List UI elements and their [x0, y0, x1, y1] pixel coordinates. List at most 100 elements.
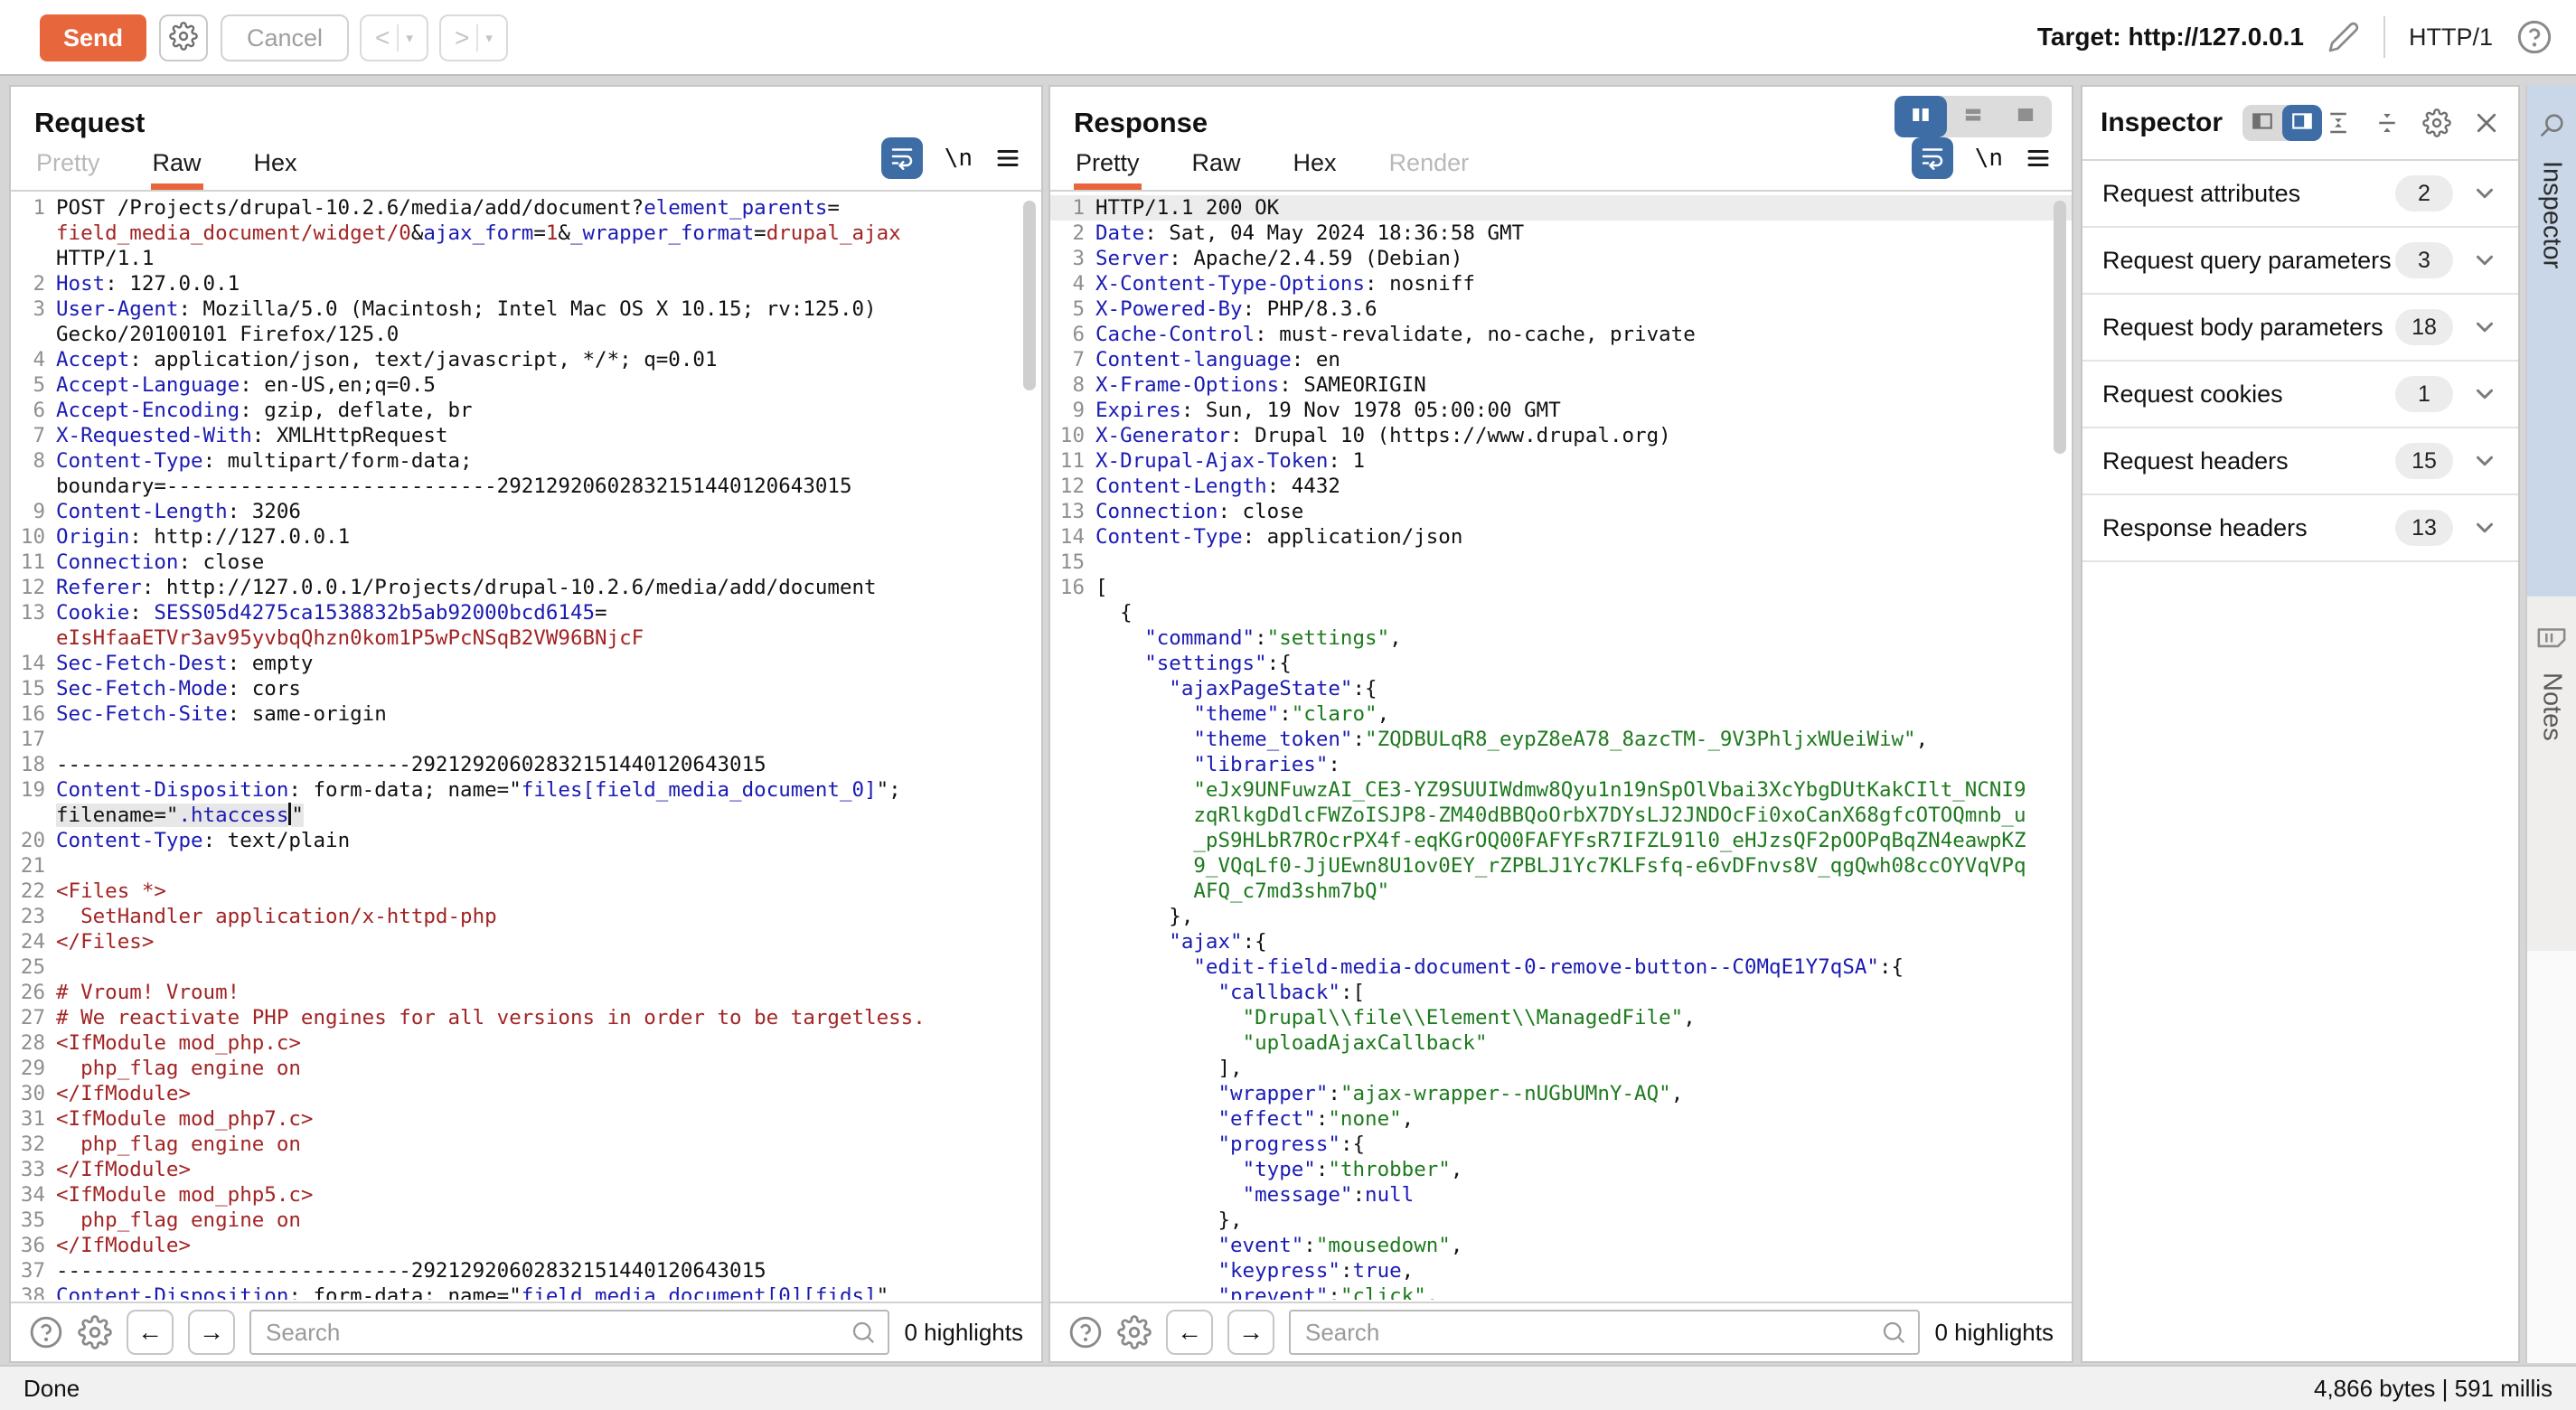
code-line: 4X-Content-Type-Options: nosniff: [1050, 271, 2072, 296]
code-line: 3Server: Apache/2.4.59 (Debian): [1050, 246, 2072, 271]
chevron-down-icon: [2471, 447, 2498, 475]
section-label: Response headers: [2102, 514, 2395, 542]
response-highlights-count: 0 highlights: [1934, 1319, 2054, 1347]
response-tab-render[interactable]: Render: [1387, 149, 1471, 190]
send-button[interactable]: Send: [40, 14, 146, 61]
editor-menu-icon[interactable]: [2025, 145, 2052, 172]
dock-left-button[interactable]: [2242, 105, 2282, 141]
editor-menu-icon[interactable]: [994, 145, 1021, 172]
line-number: [1050, 752, 1095, 777]
line-number: 12: [11, 575, 56, 600]
code-line: "uploadAjaxCallback": [1050, 1030, 2072, 1056]
code-line: 25: [11, 954, 1041, 980]
search-settings-button[interactable]: [1117, 1315, 1152, 1349]
help-icon[interactable]: [2516, 19, 2552, 55]
request-tab-pretty[interactable]: Pretty: [34, 149, 102, 190]
next-request-button[interactable]: >▾: [439, 14, 508, 61]
response-tab-hex[interactable]: Hex: [1292, 149, 1339, 190]
code-line: "Drupal\\file\\Element\\ManagedFile",: [1050, 1005, 2072, 1030]
sidebar-tab-notes[interactable]: Notes: [2527, 597, 2576, 951]
response-search-input[interactable]: [1289, 1310, 1920, 1355]
line-number: 16: [1050, 575, 1095, 600]
line-number: [1050, 980, 1095, 1005]
sidebar-tab-label: Notes: [2537, 672, 2567, 741]
code-line: 14Sec-Fetch-Dest: empty: [11, 651, 1041, 676]
line-number: 1: [11, 195, 56, 221]
search-prev-button[interactable]: ←: [1166, 1310, 1213, 1355]
layout-columns-button[interactable]: [1894, 96, 1947, 137]
inspector-section-request-attributes[interactable]: Request attributes2: [2082, 161, 2518, 228]
search-help-button[interactable]: [29, 1315, 63, 1349]
line-number: [11, 474, 56, 499]
inspector-settings-icon[interactable]: [2422, 108, 2451, 137]
line-number: 15: [11, 676, 56, 701]
code-line: 2Date: Sat, 04 May 2024 18:36:58 GMT: [1050, 221, 2072, 246]
search-help-button[interactable]: [1068, 1315, 1103, 1349]
edit-target-pencil-icon[interactable]: [2327, 21, 2360, 53]
collapse-all-icon[interactable]: [2374, 109, 2401, 136]
line-number: 34: [11, 1182, 56, 1208]
code-line: 24</Files>: [11, 929, 1041, 954]
prev-request-button[interactable]: <▾: [360, 14, 428, 61]
line-number: [1050, 1030, 1095, 1056]
code-line: "ajaxPageState":{: [1050, 676, 2072, 701]
search-next-button[interactable]: →: [188, 1310, 235, 1355]
code-line: 32 php_flag engine on: [11, 1132, 1041, 1157]
send-settings-button[interactable]: [159, 14, 208, 61]
line-number: 9: [1050, 398, 1095, 423]
word-wrap-toggle[interactable]: [1912, 137, 1953, 179]
request-tab-raw[interactable]: Raw: [151, 149, 203, 190]
line-number: 4: [1050, 271, 1095, 296]
code-line: 5X-Powered-By: PHP/8.3.6: [1050, 296, 2072, 322]
layout-single-button[interactable]: [1999, 96, 2052, 137]
code-line: 18-----------------------------292129206…: [11, 752, 1041, 777]
response-tab-raw[interactable]: Raw: [1190, 149, 1243, 190]
response-scrollbar-thumb[interactable]: [2054, 201, 2066, 454]
word-wrap-toggle[interactable]: [881, 137, 923, 179]
line-number: [1050, 651, 1095, 676]
inspector-section-request-query-parameters[interactable]: Request query parameters3: [2082, 228, 2518, 295]
code-line: 10X-Generator: Drupal 10 (https://www.dr…: [1050, 423, 2072, 448]
search-next-button[interactable]: →: [1227, 1310, 1274, 1355]
line-number: 30: [11, 1081, 56, 1106]
response-tab-pretty[interactable]: Pretty: [1074, 149, 1142, 190]
line-number: 5: [1050, 296, 1095, 322]
word-wrap-icon: [1919, 143, 1946, 174]
line-number: 21: [11, 853, 56, 879]
chevron-down-icon: [2471, 514, 2498, 541]
request-search-input[interactable]: [249, 1310, 889, 1355]
inspector-section-request-body-parameters[interactable]: Request body parameters18: [2082, 295, 2518, 362]
expand-all-icon[interactable]: [2325, 109, 2352, 136]
show-newlines-toggle[interactable]: \n: [1975, 145, 2003, 172]
show-newlines-toggle[interactable]: \n: [945, 145, 973, 172]
line-number: 37: [11, 1258, 56, 1283]
dock-right-button[interactable]: [2282, 105, 2322, 141]
code-line: "edit-field-media-document-0-remove-butt…: [1050, 954, 2072, 980]
request-scrollbar-thumb[interactable]: [1023, 201, 1036, 390]
response-editor[interactable]: 1HTTP/1.1 200 OK2Date: Sat, 04 May 2024 …: [1050, 193, 2072, 1300]
inspector-section-request-cookies[interactable]: Request cookies1: [2082, 362, 2518, 428]
close-icon[interactable]: [2473, 109, 2500, 136]
code-line: 33</IfModule>: [11, 1157, 1041, 1182]
cancel-button[interactable]: Cancel: [221, 14, 349, 61]
line-number: 16: [11, 701, 56, 727]
request-panel: Request Pretty Raw Hex \n 1POST /Project…: [9, 85, 1043, 1363]
code-line: 9Content-Length: 3206: [11, 499, 1041, 524]
line-number: 13: [11, 600, 56, 625]
code-line: 11Connection: close: [11, 550, 1041, 575]
line-number: 3: [1050, 246, 1095, 271]
line-number: 17: [11, 727, 56, 752]
http-version-label[interactable]: HTTP/1: [2409, 24, 2493, 52]
sidebar-tab-inspector[interactable]: Inspector: [2527, 85, 2576, 597]
request-tab-hex[interactable]: Hex: [252, 149, 299, 190]
inspector-section-request-headers[interactable]: Request headers15: [2082, 428, 2518, 495]
layout-rows-button[interactable]: [1947, 96, 1999, 137]
line-number: [1050, 1056, 1095, 1081]
line-number: [1050, 727, 1095, 752]
search-prev-button[interactable]: ←: [127, 1310, 174, 1355]
search-settings-button[interactable]: [78, 1315, 112, 1349]
line-number: 2: [1050, 221, 1095, 246]
request-editor[interactable]: 1POST /Projects/drupal-10.2.6/media/add/…: [11, 193, 1041, 1300]
code-line: 16Sec-Fetch-Site: same-origin: [11, 701, 1041, 727]
inspector-section-response-headers[interactable]: Response headers13: [2082, 495, 2518, 562]
